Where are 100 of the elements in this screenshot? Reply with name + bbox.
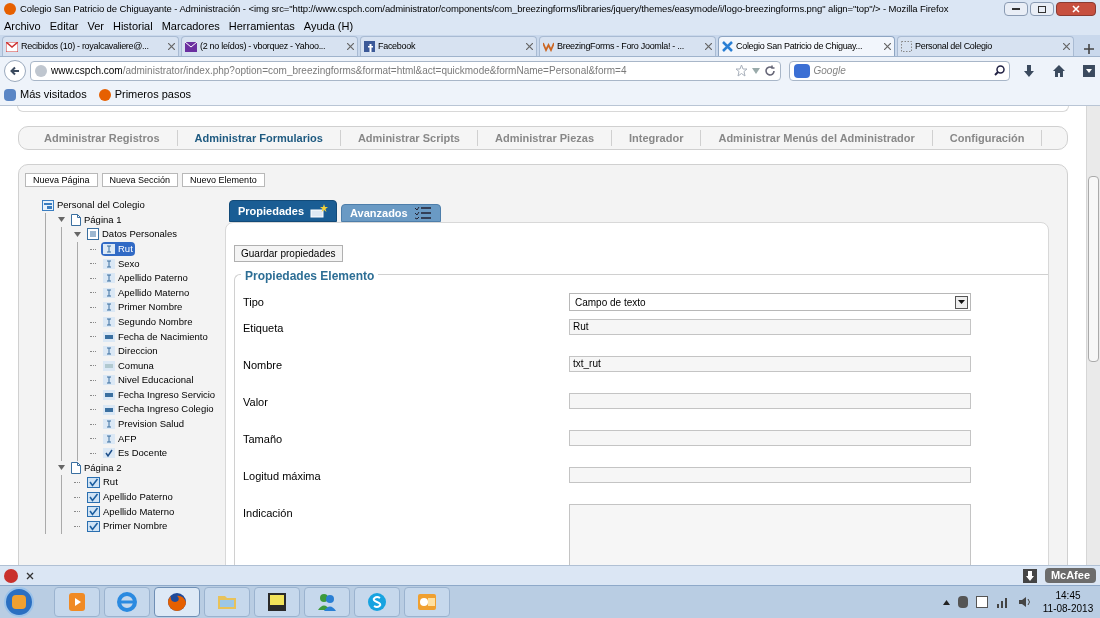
menu-item[interactable]: Archivo xyxy=(4,18,41,35)
signal-icon[interactable] xyxy=(996,596,1010,608)
tree-item[interactable]: Apellido Paterno xyxy=(85,490,175,505)
input-field[interactable] xyxy=(569,393,971,409)
tree-item[interactable]: Datos Personales xyxy=(85,227,179,242)
tree-item[interactable]: Apellido Paterno xyxy=(101,271,190,286)
expanded-icon[interactable] xyxy=(57,465,65,471)
menu-item[interactable]: Marcadores xyxy=(161,18,220,35)
adblock-icon[interactable] xyxy=(4,568,18,583)
text-field-icon xyxy=(103,433,115,444)
search-engine-icon[interactable] xyxy=(793,63,810,78)
save-button[interactable]: Guardar propiedades xyxy=(234,245,343,262)
nav-link[interactable]: Administrar Formularios xyxy=(177,129,341,147)
search-icon[interactable] xyxy=(994,65,1006,76)
tree-item[interactable]: AFP xyxy=(101,431,139,446)
menu-item[interactable]: Ver xyxy=(87,18,104,35)
field-label: Etiqueta xyxy=(243,321,285,336)
browser-tab[interactable]: BreezingForms - Foro Joomla! - ... xyxy=(539,36,716,56)
bookmark-link[interactable]: Más visitados xyxy=(20,86,87,103)
back-button[interactable] xyxy=(4,59,26,82)
search-bar[interactable]: Google xyxy=(788,60,1011,81)
tree-item[interactable]: Apellido Materno xyxy=(85,504,177,519)
tray-icon[interactable] xyxy=(958,596,968,608)
tree-item[interactable]: Página 1 xyxy=(69,212,124,227)
download-icon[interactable] xyxy=(1022,63,1037,78)
clock[interactable]: 14:45 11-08-2013 xyxy=(1040,589,1096,615)
toolbar-button[interactable]: Nuevo Elemento xyxy=(182,173,265,187)
menu-item[interactable]: Historial xyxy=(112,18,153,35)
input-field[interactable] xyxy=(569,467,971,483)
menu-item[interactable]: Editar xyxy=(49,18,79,35)
field-label: Nombre xyxy=(243,358,284,373)
maximize-button[interactable] xyxy=(1030,2,1054,16)
checked-box-icon xyxy=(87,520,100,532)
tree-item[interactable]: Sexo xyxy=(101,256,142,271)
field-label: Tipo xyxy=(243,295,265,310)
checked-box-icon xyxy=(87,506,100,518)
select-field[interactable]: Campo de texto xyxy=(569,293,971,311)
menu-item[interactable]: Ayuda (H) xyxy=(303,18,354,35)
bookmark-link[interactable]: Primeros pasos xyxy=(114,86,192,103)
tree-item[interactable]: Fecha Ingreso Colegio xyxy=(101,402,216,417)
firefox-icon xyxy=(98,88,111,101)
field-label: Tamaño xyxy=(243,432,284,447)
browser-tab[interactable]: Personal del Colegio xyxy=(897,36,1074,56)
tree-item[interactable]: Fecha de Nacimiento xyxy=(101,329,210,344)
toolbar-button[interactable]: Nueva Página xyxy=(25,173,98,187)
tree-item[interactable]: Comuna xyxy=(101,358,156,373)
tree-item[interactable]: Personal del Colegio xyxy=(40,198,147,213)
tree-item[interactable]: Segundo Nombre xyxy=(101,314,195,330)
browser-tab[interactable]: Facebook xyxy=(360,36,537,56)
checkmark-icon xyxy=(103,448,115,459)
tree-item[interactable]: Fecha Ingreso Servicio xyxy=(101,387,218,403)
mail-icon xyxy=(6,41,18,52)
envelope-icon xyxy=(185,41,197,52)
speaker-icon[interactable] xyxy=(1018,596,1032,608)
menu-item[interactable]: Herramientas xyxy=(228,18,295,35)
taskbar-button[interactable] xyxy=(154,587,200,617)
tree-item[interactable]: Rut xyxy=(101,241,135,257)
list-icon xyxy=(87,228,99,241)
window-title: Colegio San Patricio de Chiguayante - Administración - <img src="http://www.cspch.com/administrator/components/com_breezingforms/libraries/jquery/themes/easymode/i/logo-breezingforms.png" align="top"/> - Mozilla Firefox xyxy=(20,1,950,16)
expanded-icon[interactable] xyxy=(73,232,81,237)
home-icon[interactable] xyxy=(1052,63,1066,78)
close-icon[interactable] xyxy=(884,43,891,50)
toolbar-button[interactable]: Nueva Sección xyxy=(101,173,179,187)
expanded-icon[interactable] xyxy=(57,217,65,223)
network-icon[interactable] xyxy=(976,596,988,608)
browser-tab[interactable]: Colegio San Patricio de Chiguay... xyxy=(718,36,895,56)
input-field[interactable]: txt_rut xyxy=(569,356,971,372)
browser-tab[interactable]: (2 no leídos) - vborquez - Yahoo... xyxy=(181,36,358,56)
scrollbar-thumb[interactable] xyxy=(1088,176,1099,362)
caret-icon[interactable] xyxy=(943,599,950,605)
blank-page-icon xyxy=(901,41,912,52)
tree-item[interactable]: Nivel Educacional xyxy=(101,373,196,388)
date-field-icon xyxy=(103,331,115,342)
tree-item[interactable]: Primer Nombre xyxy=(101,300,185,315)
tree-item[interactable]: Página 2 xyxy=(69,460,124,476)
tree-item[interactable]: Apellido Materno xyxy=(101,285,192,300)
taskbar-button[interactable] xyxy=(254,587,300,617)
reload-icon[interactable] xyxy=(763,64,776,77)
new-tab-icon[interactable] xyxy=(1084,44,1094,54)
input-field[interactable] xyxy=(569,430,971,446)
input-field[interactable]: Rut xyxy=(569,319,971,335)
minimize-button[interactable] xyxy=(1004,2,1028,16)
scrollbar[interactable] xyxy=(1086,106,1100,565)
address-bar[interactable]: www.cspch.com/administrator/index.php?option=com_breezingforms&format=html&act=quickmode&formName=Personal&form=4 xyxy=(29,60,781,81)
tree-item[interactable]: Rut xyxy=(85,475,120,490)
close-button[interactable] xyxy=(1056,2,1096,16)
mcafee-badge[interactable]: McAfee xyxy=(1044,568,1096,583)
close-icon[interactable] xyxy=(26,571,34,580)
panel-tab[interactable]: Propiedades xyxy=(229,200,338,222)
dropdown-icon[interactable] xyxy=(955,295,968,309)
start-button[interactable] xyxy=(4,587,34,617)
download-icon[interactable] xyxy=(1022,568,1037,583)
tree-item[interactable]: Primer Nombre xyxy=(85,519,170,534)
browser-tab[interactable]: Recibidos (10) - royalcavaliere@... xyxy=(2,36,179,56)
star-icon[interactable] xyxy=(734,64,748,77)
tree-item[interactable]: Direccion xyxy=(101,344,160,359)
tree-item[interactable]: Es Docente xyxy=(101,446,170,461)
globe-icon xyxy=(34,64,47,77)
menu-icon[interactable] xyxy=(1082,63,1096,78)
tree-item[interactable]: Prevision Salud xyxy=(101,417,186,432)
